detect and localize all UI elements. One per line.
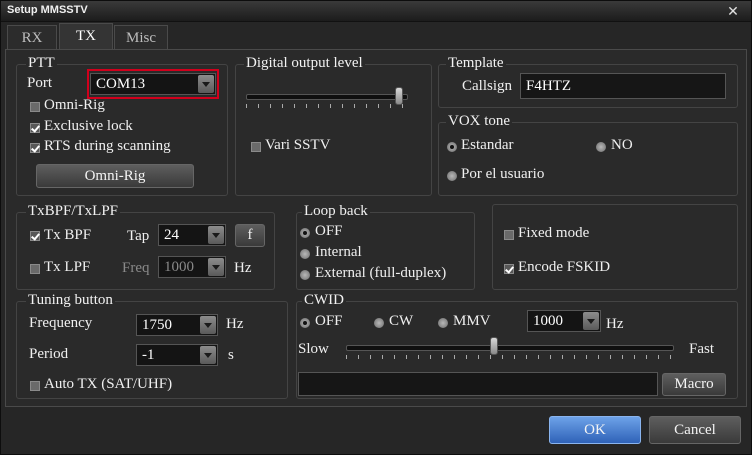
auto-tx-label: Auto TX (SAT/UHF) xyxy=(44,376,173,392)
tx-bpf-checkbox[interactable] xyxy=(30,231,40,241)
loopback-off-radio[interactable] xyxy=(300,228,310,238)
cwid-text-input[interactable] xyxy=(298,372,658,396)
exclusive-lock-checkbox[interactable] xyxy=(30,123,40,133)
cwid-title: CWID xyxy=(302,292,346,309)
cwid-speed-slider[interactable] xyxy=(490,337,498,355)
txbpf-title: TxBPF/TxLPF xyxy=(26,203,121,220)
cwid-off-label: OFF xyxy=(315,313,343,329)
vox-estandar-radio[interactable] xyxy=(447,142,457,152)
freq-value: 1000 xyxy=(164,259,194,275)
period-value: -1 xyxy=(142,347,155,363)
cwid-mmv-radio[interactable] xyxy=(438,318,448,328)
title-bar: Setup MMSSTV ✕ xyxy=(1,1,751,22)
callsign-input[interactable]: F4HTZ xyxy=(520,73,726,99)
tab-rx[interactable]: RX xyxy=(7,25,57,49)
port-label: Port xyxy=(27,75,53,91)
omni-rig-label: Omni-Rig xyxy=(44,97,105,113)
freq-hz-label: Hz xyxy=(234,260,252,276)
cwid-cw-radio[interactable] xyxy=(374,318,384,328)
cwid-fast-label: Fast xyxy=(689,341,715,357)
cancel-button[interactable]: Cancel xyxy=(649,416,741,444)
cwid-off-radio[interactable] xyxy=(300,318,310,328)
omni-rig-checkbox[interactable] xyxy=(30,102,40,112)
chevron-down-icon[interactable] xyxy=(200,316,216,334)
vari-sstv-label: Vari SSTV xyxy=(265,137,331,153)
tuning-title: Tuning button xyxy=(26,292,115,309)
vox-usuario-radio[interactable] xyxy=(447,171,457,181)
output-level-ticks xyxy=(246,104,406,108)
highlight-box xyxy=(87,69,219,99)
chevron-down-icon[interactable] xyxy=(208,258,224,276)
vox-usuario-label: Por el usuario xyxy=(461,166,545,182)
tap-value: 24 xyxy=(164,227,179,243)
loopback-off-label: OFF xyxy=(315,223,343,239)
period-label: Period xyxy=(29,346,69,362)
auto-tx-checkbox[interactable] xyxy=(30,381,40,391)
digital-output-title: Digital output level xyxy=(244,55,365,72)
loopback-external-label: External (full-duplex) xyxy=(315,265,447,281)
loopback-external-radio[interactable] xyxy=(300,270,310,280)
cwid-speed-value: 1000 xyxy=(533,313,563,329)
frequency-value: 1750 xyxy=(142,317,172,333)
output-level-slider[interactable] xyxy=(395,87,403,105)
vox-no-radio[interactable] xyxy=(596,142,606,152)
omni-rig-button[interactable]: Omni-Rig xyxy=(36,164,194,188)
vox-no-label: NO xyxy=(611,137,633,153)
cwid-slow-label: Slow xyxy=(298,341,329,357)
fixed-mode-checkbox[interactable] xyxy=(504,230,514,240)
frequency-select[interactable]: 1750 xyxy=(136,314,218,336)
tx-lpf-checkbox[interactable] xyxy=(30,264,40,274)
loopback-title: Loop back xyxy=(302,203,370,220)
vox-tone-title: VOX tone xyxy=(446,113,513,130)
callsign-label: Callsign xyxy=(462,78,513,94)
freq-label: Freq xyxy=(122,260,150,276)
window-title: Setup MMSSTV xyxy=(7,4,88,16)
tx-lpf-label: Tx LPF xyxy=(44,259,91,275)
ptt-group-title: PTT xyxy=(26,55,57,72)
output-level-track xyxy=(246,94,408,100)
vari-sstv-checkbox[interactable] xyxy=(251,142,261,152)
close-icon[interactable]: ✕ xyxy=(723,2,743,20)
encode-fskid-checkbox[interactable] xyxy=(504,264,514,274)
vox-estandar-label: Estandar xyxy=(461,137,514,153)
cwid-hz-label: Hz xyxy=(606,316,624,332)
macro-button[interactable]: Macro xyxy=(662,373,726,396)
mode-group xyxy=(492,204,738,290)
vox-tone-group xyxy=(438,122,738,196)
loopback-internal-label: Internal xyxy=(315,244,362,260)
rts-scanning-checkbox[interactable] xyxy=(30,143,40,153)
frequency-hz-label: Hz xyxy=(226,316,244,332)
digital-output-group xyxy=(235,64,432,196)
f-button[interactable]: f xyxy=(235,224,265,247)
tab-tx[interactable]: TX xyxy=(59,23,113,50)
ok-button[interactable]: OK xyxy=(549,416,641,444)
rts-scanning-label: RTS during scanning xyxy=(44,138,171,154)
period-select[interactable]: -1 xyxy=(136,344,218,366)
chevron-down-icon[interactable] xyxy=(200,346,216,364)
cwid-cw-label: CW xyxy=(389,313,414,329)
chevron-down-icon[interactable] xyxy=(208,226,224,244)
cwid-mmv-label: MMV xyxy=(453,313,491,329)
cwid-speed-track xyxy=(346,345,674,351)
tab-misc[interactable]: Misc xyxy=(114,25,168,49)
callsign-value: F4HTZ xyxy=(526,78,571,94)
tap-select[interactable]: 24 xyxy=(158,224,226,246)
cwid-speed-select[interactable]: 1000 xyxy=(527,310,601,332)
encode-fskid-label: Encode FSKID xyxy=(518,259,611,275)
chevron-down-icon[interactable] xyxy=(583,312,599,330)
exclusive-lock-label: Exclusive lock xyxy=(44,118,133,134)
tx-panel: PTT Port COM13 Omni-Rig Exclusive lock R… xyxy=(5,49,747,407)
tap-label: Tap xyxy=(127,228,150,244)
fixed-mode-label: Fixed mode xyxy=(518,225,590,241)
setup-dialog: Setup MMSSTV ✕ RX TX Misc PTT Port COM13… xyxy=(0,0,752,455)
template-title: Template xyxy=(446,55,506,72)
tx-bpf-label: Tx BPF xyxy=(44,227,92,243)
loopback-internal-radio[interactable] xyxy=(300,249,310,259)
period-s-label: s xyxy=(228,347,234,363)
cwid-speed-ticks xyxy=(346,355,672,359)
frequency-label: Frequency xyxy=(29,315,93,331)
freq-select[interactable]: 1000 xyxy=(158,256,226,278)
